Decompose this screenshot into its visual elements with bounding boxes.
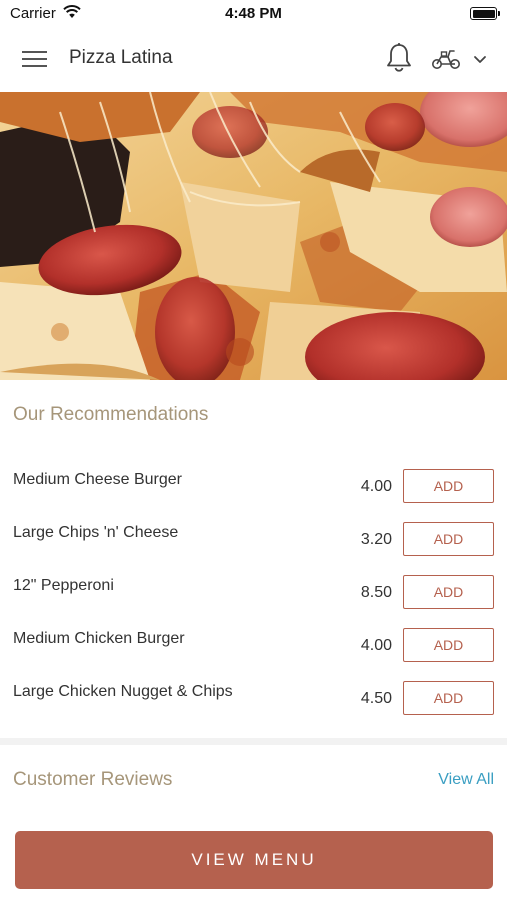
- section-divider: [0, 738, 507, 745]
- page-title: Pizza Latina: [69, 47, 173, 68]
- bell-icon[interactable]: [384, 42, 414, 74]
- clock: 4:48 PM: [225, 5, 282, 22]
- view-menu-button[interactable]: VIEW MENU: [15, 831, 493, 889]
- item-name: Medium Cheese Burger: [13, 471, 182, 488]
- status-bar: Carrier 4:48 PM: [0, 0, 507, 28]
- list-item: Medium Chicken Burger 4.00 ADD: [0, 618, 507, 671]
- item-name: Medium Chicken Burger: [13, 630, 185, 647]
- list-item: Medium Cheese Burger 4.00 ADD: [0, 459, 507, 512]
- battery-icon: [470, 7, 500, 20]
- item-price: 8.50: [360, 584, 392, 601]
- view-all-link[interactable]: View All: [438, 771, 494, 789]
- hamburger-icon[interactable]: [22, 49, 47, 69]
- list-item: Large Chips 'n' Cheese 3.20 ADD: [0, 512, 507, 565]
- item-price: 4.00: [360, 478, 392, 495]
- add-button[interactable]: ADD: [403, 628, 494, 662]
- list-item: 12" Pepperoni 8.50 ADD: [0, 565, 507, 618]
- add-button[interactable]: ADD: [403, 469, 494, 503]
- reviews-title: Customer Reviews: [13, 769, 173, 790]
- item-price: 4.00: [360, 637, 392, 654]
- item-name: Large Chips 'n' Cheese: [13, 524, 179, 541]
- hero-pizza-image: [0, 92, 507, 380]
- item-price: 3.20: [360, 531, 392, 548]
- add-button[interactable]: ADD: [403, 681, 494, 715]
- scooter-icon[interactable]: [431, 48, 461, 70]
- recommendations-title: Our Recommendations: [13, 404, 209, 425]
- recommendations-list: Medium Cheese Burger 4.00 ADD Large Chip…: [0, 459, 507, 724]
- chevron-down-icon[interactable]: [473, 54, 487, 64]
- list-item: Large Chicken Nugget & Chips 4.50 ADD: [0, 671, 507, 724]
- item-name: 12" Pepperoni: [13, 577, 114, 594]
- add-button[interactable]: ADD: [403, 522, 494, 556]
- add-button[interactable]: ADD: [403, 575, 494, 609]
- app-header: Pizza Latina: [0, 28, 507, 92]
- item-name: Large Chicken Nugget & Chips: [13, 683, 233, 700]
- item-price: 4.50: [360, 690, 392, 707]
